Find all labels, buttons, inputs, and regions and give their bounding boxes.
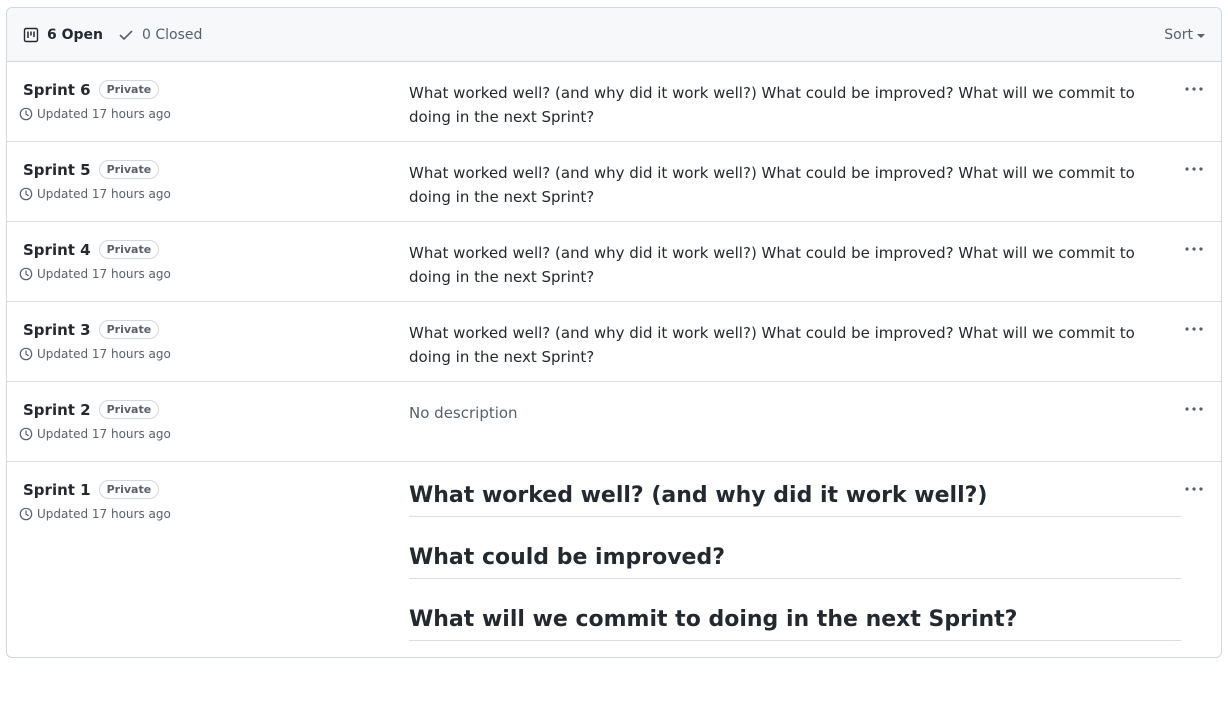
project-title-link[interactable]: Sprint 4 [23,241,91,259]
project-row: Sprint 4 Private Updated 17 hours ago Wh… [7,222,1221,302]
updated-time: Updated 17 hours ago [37,427,171,441]
updated-time: Updated 17 hours ago [37,187,171,201]
open-projects-filter[interactable]: 6 Open [23,27,103,43]
project-description: What worked well? (and why did it work w… [409,84,1135,126]
clock-icon [19,347,33,361]
clock-icon [19,427,33,441]
project-title-link[interactable]: Sprint 2 [23,401,91,419]
clock-icon [19,107,33,121]
visibility-badge: Private [98,320,160,339]
project-row: Sprint 5 Private Updated 17 hours ago Wh… [7,142,1221,222]
updated-time: Updated 17 hours ago [37,267,171,281]
closed-count: 0 Closed [142,26,203,43]
project-description: What worked well? (and why did it work w… [409,244,1135,286]
sort-dropdown[interactable]: Sort [1164,8,1205,62]
project-title-link[interactable]: Sprint 5 [23,161,91,179]
kebab-horizontal-icon[interactable] [1183,240,1205,258]
project-row: Sprint 6 Private Updated 17 hours ago Wh… [7,62,1221,142]
sort-label: Sort [1164,27,1193,43]
check-icon [118,27,134,43]
visibility-badge: Private [98,80,160,99]
project-description: What worked well? (and why did it work w… [409,324,1135,366]
project-title-link[interactable]: Sprint 1 [23,481,91,499]
kebab-horizontal-icon[interactable] [1183,320,1205,338]
visibility-badge: Private [98,240,160,259]
kebab-horizontal-icon[interactable] [1183,160,1205,178]
clock-icon [19,267,33,281]
visibility-badge: Private [98,160,160,179]
project-description: What worked well? (and why did it work w… [409,164,1135,206]
projects-list-header: 6 Open 0 Closed Sort [7,8,1221,62]
kebab-horizontal-icon[interactable] [1183,400,1205,418]
visibility-badge: Private [98,400,160,419]
description-heading: What could be improved? [409,544,1181,579]
project-row: Sprint 1 Private Updated 17 hours ago Wh… [7,462,1221,657]
projects-list-box: 6 Open 0 Closed Sort Sprint 6 Private Up… [6,7,1222,658]
updated-time: Updated 17 hours ago [37,507,171,521]
kebab-horizontal-icon[interactable] [1183,80,1205,98]
closed-projects-filter[interactable]: 0 Closed [118,27,202,43]
project-description: No description [409,404,518,422]
updated-time: Updated 17 hours ago [37,107,171,121]
project-title-link[interactable]: Sprint 6 [23,81,91,99]
project-title-link[interactable]: Sprint 3 [23,321,91,339]
project-board-icon [23,27,39,43]
open-count: 6 Open [47,26,103,43]
project-description-markdown: What worked well? (and why did it work w… [409,482,1181,641]
visibility-badge: Private [98,480,160,499]
kebab-horizontal-icon[interactable] [1183,480,1205,498]
chevron-down-icon [1197,34,1205,38]
updated-time: Updated 17 hours ago [37,347,171,361]
clock-icon [19,507,33,521]
project-row: Sprint 2 Private Updated 17 hours ago No… [7,382,1221,462]
description-heading: What worked well? (and why did it work w… [409,482,1181,517]
clock-icon [19,187,33,201]
description-heading: What will we commit to doing in the next… [409,606,1181,641]
project-row: Sprint 3 Private Updated 17 hours ago Wh… [7,302,1221,382]
